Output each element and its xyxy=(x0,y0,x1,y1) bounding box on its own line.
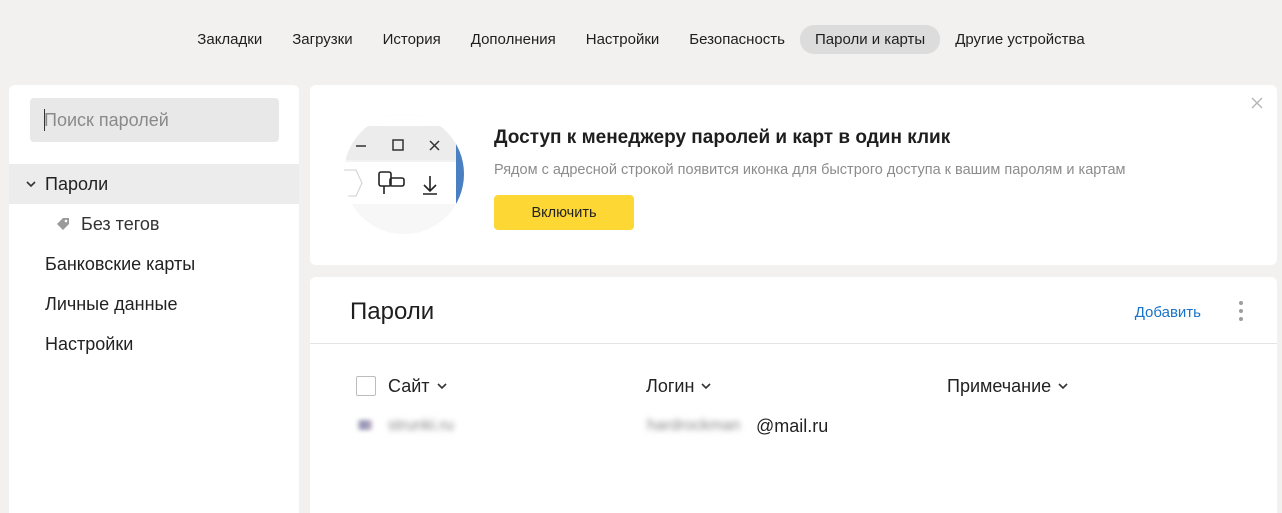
divider xyxy=(310,343,1277,344)
row-login-domain: @mail.ru xyxy=(756,416,829,436)
promo-illustration xyxy=(344,114,464,234)
nav-security[interactable]: Безопасность xyxy=(674,25,800,54)
tag-icon xyxy=(57,218,69,230)
top-navigation-items: Закладки Загрузки История Дополнения Нас… xyxy=(182,24,1099,54)
column-header-note[interactable]: Примечание xyxy=(947,376,1068,397)
sidebar-item-label: Без тегов xyxy=(81,213,160,234)
chevron-down-icon xyxy=(436,383,447,390)
sidebar-item-label: Банковские карты xyxy=(45,253,196,274)
more-vertical-icon[interactable] xyxy=(1238,300,1244,322)
nav-passwords-and-cards[interactable]: Пароли и карты xyxy=(799,24,941,54)
column-header-label: Сайт xyxy=(388,376,430,396)
chevron-down-icon xyxy=(1058,383,1068,390)
sidebar: Пароли Без тегов Банковские карты Личные… xyxy=(9,85,299,513)
close-icon[interactable] xyxy=(1251,97,1263,109)
sidebar-item-passwords[interactable]: Пароли xyxy=(9,164,299,204)
sidebar-item-label: Пароли xyxy=(45,173,109,194)
nav-bookmarks[interactable]: Закладки xyxy=(182,25,277,54)
site-favicon-icon xyxy=(358,420,372,430)
promo-description: Рядом с адресной строкой появится иконка… xyxy=(494,162,1126,178)
row-login-user: hardrockman xyxy=(647,417,741,434)
nav-settings[interactable]: Настройки xyxy=(571,25,675,54)
column-header-label: Примечание xyxy=(947,376,1052,396)
column-header-site[interactable]: Сайт xyxy=(388,376,447,397)
nav-other-devices[interactable]: Другие устройства xyxy=(940,25,1099,54)
passwords-panel: Пароли Добавить Сайт Логин Примечание st… xyxy=(310,277,1277,513)
chevron-down-icon xyxy=(701,383,711,390)
promo-card: Доступ к менеджеру паролей и карт в один… xyxy=(310,85,1277,265)
column-header-login[interactable]: Логин xyxy=(646,376,711,397)
text-caret xyxy=(44,109,45,131)
top-navigation: Закладки Загрузки История Дополнения Нас… xyxy=(0,0,1282,78)
panel-title: Пароли xyxy=(350,298,435,325)
search-passwords-input[interactable] xyxy=(30,98,279,142)
sidebar-list: Пароли Без тегов Банковские карты Личные… xyxy=(9,164,299,364)
promo-title: Доступ к менеджеру паролей и карт в один… xyxy=(494,127,951,148)
browser-window-illustration xyxy=(344,114,464,234)
sidebar-item-label: Личные данные xyxy=(45,293,178,314)
sidebar-item-bank-cards[interactable]: Банковские карты xyxy=(9,244,299,284)
sidebar-item-settings[interactable]: Настройки xyxy=(9,324,299,364)
column-header-label: Логин xyxy=(646,376,695,396)
sidebar-item-untagged[interactable]: Без тегов xyxy=(9,204,299,244)
select-all-checkbox[interactable] xyxy=(356,376,376,396)
enable-button[interactable]: Включить xyxy=(494,195,634,230)
sidebar-item-label: Настройки xyxy=(45,333,134,354)
nav-history[interactable]: История xyxy=(368,25,456,54)
chevron-down-icon xyxy=(26,181,36,188)
row-site: strunki.ru xyxy=(388,417,454,434)
nav-downloads[interactable]: Загрузки xyxy=(277,25,367,54)
sidebar-item-personal-data[interactable]: Личные данные xyxy=(9,284,299,324)
nav-extensions[interactable]: Дополнения xyxy=(456,25,571,54)
add-password-link[interactable]: Добавить xyxy=(1135,304,1201,321)
